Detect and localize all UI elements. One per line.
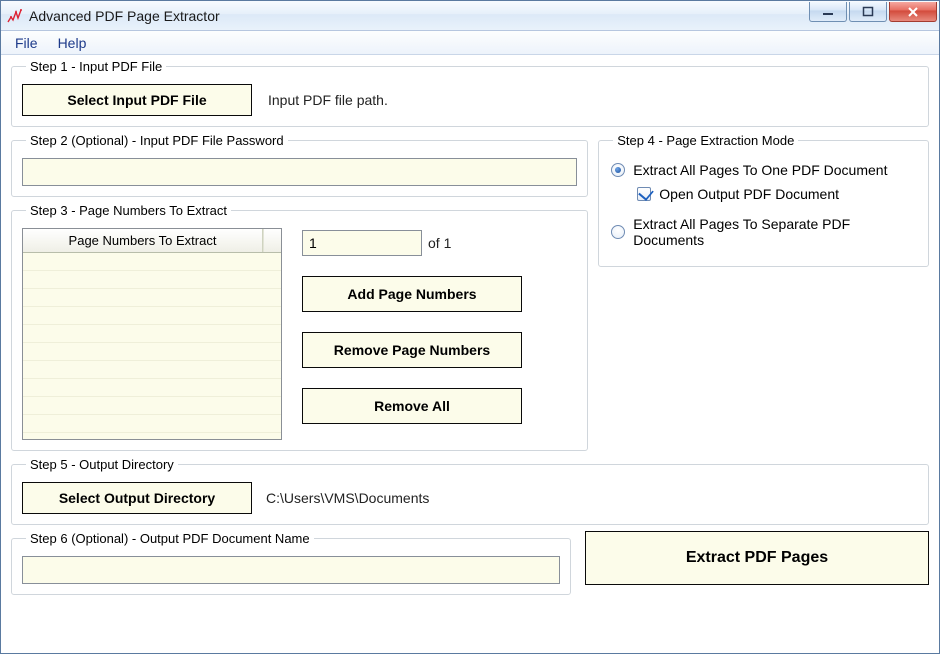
checkbox-open-output[interactable]: Open Output PDF Document xyxy=(637,186,918,202)
output-directory-path: C:\Users\VMS\Documents xyxy=(266,490,429,506)
radio-extract-one-label: Extract All Pages To One PDF Document xyxy=(633,162,887,178)
page-numbers-column-spacer xyxy=(263,229,281,252)
remove-all-button[interactable]: Remove All xyxy=(302,388,522,424)
menubar: File Help xyxy=(1,31,939,55)
window-controls xyxy=(809,1,937,30)
checkbox-icon xyxy=(637,187,651,201)
table-row xyxy=(23,343,281,361)
output-pdf-name-input[interactable] xyxy=(22,556,560,584)
table-row xyxy=(23,289,281,307)
password-input[interactable] xyxy=(22,158,577,186)
legend-step1: Step 1 - Input PDF File xyxy=(26,59,166,74)
legend-step2: Step 2 (Optional) - Input PDF File Passw… xyxy=(26,133,288,148)
client-area: Step 1 - Input PDF File Select Input PDF… xyxy=(1,55,939,603)
maximize-button[interactable] xyxy=(849,2,887,22)
radio-extract-one[interactable]: Extract All Pages To One PDF Document xyxy=(611,162,918,178)
select-output-directory-button[interactable]: Select Output Directory xyxy=(22,482,252,514)
radio-extract-separate-label: Extract All Pages To Separate PDF Docume… xyxy=(633,216,918,248)
table-row xyxy=(23,253,281,271)
app-icon xyxy=(7,8,23,24)
table-row xyxy=(23,325,281,343)
radio-extract-separate[interactable]: Extract All Pages To Separate PDF Docume… xyxy=(611,216,918,248)
remove-page-numbers-button[interactable]: Remove Page Numbers xyxy=(302,332,522,368)
radio-icon xyxy=(611,225,625,239)
input-pdf-path-label: Input PDF file path. xyxy=(268,92,388,108)
select-input-pdf-button[interactable]: Select Input PDF File xyxy=(22,84,252,116)
page-numbers-table[interactable]: Page Numbers To Extract xyxy=(22,228,282,440)
table-row xyxy=(23,361,281,379)
legend-step3: Step 3 - Page Numbers To Extract xyxy=(26,203,231,218)
table-row xyxy=(23,397,281,415)
legend-step6: Step 6 (Optional) - Output PDF Document … xyxy=(26,531,314,546)
minimize-icon xyxy=(822,6,834,18)
radio-icon xyxy=(611,163,625,177)
legend-step5: Step 5 - Output Directory xyxy=(26,457,178,472)
close-icon xyxy=(907,6,919,18)
group-step3: Step 3 - Page Numbers To Extract Page Nu… xyxy=(11,203,588,451)
menu-help[interactable]: Help xyxy=(48,33,97,53)
group-step2: Step 2 (Optional) - Input PDF File Passw… xyxy=(11,133,588,197)
table-row xyxy=(23,307,281,325)
extract-pdf-pages-button[interactable]: Extract PDF Pages xyxy=(585,531,929,585)
titlebar: Advanced PDF Page Extractor xyxy=(1,1,939,31)
table-row xyxy=(23,415,281,433)
window-title: Advanced PDF Page Extractor xyxy=(29,8,220,24)
legend-step4: Step 4 - Page Extraction Mode xyxy=(613,133,798,148)
checkbox-open-output-label: Open Output PDF Document xyxy=(659,186,839,202)
group-step6: Step 6 (Optional) - Output PDF Document … xyxy=(11,531,571,595)
page-of-label: of 1 xyxy=(428,235,451,251)
group-step4: Step 4 - Page Extraction Mode Extract Al… xyxy=(598,133,929,267)
table-row xyxy=(23,379,281,397)
menu-file[interactable]: File xyxy=(5,33,48,53)
page-from-input[interactable] xyxy=(302,230,422,256)
group-step5: Step 5 - Output Directory Select Output … xyxy=(11,457,929,525)
table-row xyxy=(23,271,281,289)
close-button[interactable] xyxy=(889,2,937,22)
page-numbers-column-header[interactable]: Page Numbers To Extract xyxy=(23,229,263,252)
minimize-button[interactable] xyxy=(809,2,847,22)
page-numbers-table-body xyxy=(23,253,281,439)
maximize-icon xyxy=(862,6,874,18)
group-step1: Step 1 - Input PDF File Select Input PDF… xyxy=(11,59,929,127)
page-numbers-table-header: Page Numbers To Extract xyxy=(23,229,281,253)
add-page-numbers-button[interactable]: Add Page Numbers xyxy=(302,276,522,312)
